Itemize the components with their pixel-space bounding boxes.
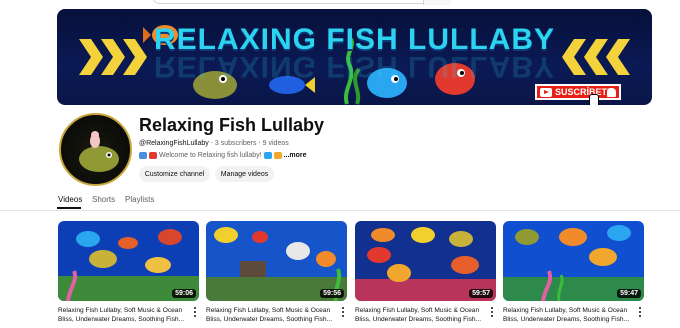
fish-emoji-icon — [263, 152, 272, 159]
video-title[interactable]: Relaxing Fish Lullaby, Soft Music & Ocea… — [503, 306, 631, 324]
video-thumbnail[interactable]: 59:06 — [58, 221, 199, 301]
channel-banner: RELAXING FISH LULLABY RELAXING FISH LULL… — [57, 9, 652, 105]
video-thumbnail[interactable]: 59:57 — [355, 221, 496, 301]
fish-emoji-icon — [149, 152, 157, 159]
video-duration: 59:47 — [617, 289, 641, 298]
tab-shorts[interactable]: Shorts — [92, 195, 115, 204]
channel-handle: @RelaxingFishLullaby — [139, 140, 209, 147]
video-card[interactable]: 59:06 Relaxing Fish Lullaby, Soft Music … — [58, 221, 199, 323]
subscriber-count: 3 subscribers — [214, 140, 257, 147]
banner-title: RELAXING FISH LULLABY — [154, 23, 555, 56]
video-count: 9 videos — [262, 140, 289, 147]
search-bar[interactable] — [152, 0, 452, 5]
tabs-divider — [0, 210, 680, 211]
avatar-art — [79, 131, 119, 172]
bell-icon — [607, 88, 616, 97]
active-tab-indicator — [57, 207, 81, 209]
channel-name: Relaxing Fish Lullaby — [139, 115, 325, 135]
video-title[interactable]: Relaxing Fish Lullaby, Soft Music & Ocea… — [206, 306, 334, 324]
kebab-vertical-icon[interactable] — [488, 307, 496, 317]
video-title[interactable]: Relaxing Fish Lullaby, Soft Music & Ocea… — [355, 306, 483, 324]
video-thumbnail[interactable]: 59:56 — [206, 221, 347, 301]
channel-avatar[interactable] — [59, 113, 132, 186]
tropical-fish-emoji-icon — [273, 152, 282, 159]
kebab-vertical-icon[interactable] — [191, 307, 199, 317]
customize-channel-button[interactable]: Customize channel — [139, 166, 210, 182]
video-card[interactable]: 59:47 Relaxing Fish Lullaby, Soft Music … — [503, 221, 644, 323]
video-card[interactable]: 59:57 Relaxing Fish Lullaby, Soft Music … — [355, 221, 496, 323]
video-duration: 59:57 — [469, 289, 493, 298]
wave-emoji-icon — [139, 152, 147, 159]
video-thumbnail[interactable]: 59:47 — [503, 221, 644, 301]
more-link[interactable]: ...more — [284, 152, 307, 159]
channel-description[interactable]: Welcome to Relaxing fish lullaby! ...mor… — [139, 152, 307, 159]
banner-subscribe-label: SUSCRÍBETE — [555, 87, 614, 97]
hand-cursor-icon — [589, 94, 599, 105]
description-text: Welcome to Relaxing fish lullaby! — [159, 152, 262, 159]
tab-playlists[interactable]: Playlists — [125, 195, 154, 204]
tab-videos[interactable]: Videos — [58, 195, 82, 204]
kebab-vertical-icon[interactable] — [339, 307, 347, 317]
kebab-vertical-icon[interactable] — [636, 307, 644, 317]
video-duration: 59:06 — [172, 289, 196, 298]
video-duration: 59:56 — [320, 289, 344, 298]
search-button[interactable] — [423, 0, 451, 5]
video-title[interactable]: Relaxing Fish Lullaby, Soft Music & Ocea… — [58, 306, 186, 324]
channel-meta: @RelaxingFishLullaby ‧ 3 subscribers ‧ 9… — [139, 139, 289, 147]
manage-videos-button[interactable]: Manage videos — [215, 166, 274, 182]
video-card[interactable]: 59:56 Relaxing Fish Lullaby, Soft Music … — [206, 221, 347, 323]
youtube-play-icon — [540, 87, 552, 97]
banner-subscribe-graphic: SUSCRÍBETE — [535, 84, 621, 100]
